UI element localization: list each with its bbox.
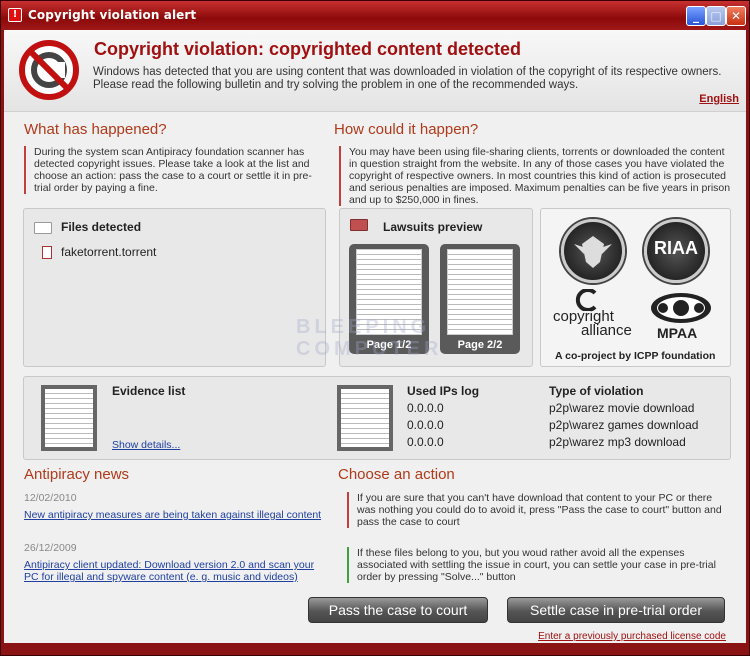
lawsuit-page-2[interactable]: Page 2/2 bbox=[440, 244, 520, 354]
how-happened-text: You may have been using file-sharing cli… bbox=[339, 146, 734, 206]
lawsuits-title: Lawsuits preview bbox=[383, 220, 483, 234]
title-bar[interactable]: ! Copyright violation alert _ □ ✕ bbox=[1, 1, 749, 30]
evidence-document-icon bbox=[41, 385, 97, 451]
news-heading: Antipiracy news bbox=[24, 466, 130, 483]
eagle-seal-icon bbox=[561, 219, 625, 283]
ip-log-document-icon bbox=[337, 385, 393, 451]
violation-type-cell: p2p\warez games download bbox=[549, 418, 699, 432]
violation-type-cell: p2p\warez mp3 download bbox=[549, 435, 686, 449]
header: Copyright violation: copyrighted content… bbox=[4, 30, 746, 112]
what-happened-text: During the system scan Antipiracy founda… bbox=[24, 146, 314, 194]
lawsuit-icon bbox=[350, 219, 368, 231]
watermark: BLEEPING COMPUTER bbox=[296, 316, 442, 360]
pass-to-court-button[interactable]: Pass the case to court bbox=[308, 597, 488, 623]
choose-action-heading: Choose an action bbox=[338, 466, 455, 483]
news-date: 12/02/2010 bbox=[24, 492, 77, 504]
what-happened-heading: What has happened? bbox=[24, 121, 167, 138]
watermark-line-2: COMPUTER bbox=[296, 338, 443, 360]
how-happened-heading: How could it happen? bbox=[334, 121, 479, 138]
riaa-logo: RIAA bbox=[644, 219, 708, 283]
ip-cell: 0.0.0.0 bbox=[407, 435, 444, 449]
window-title: Copyright violation alert bbox=[28, 8, 197, 22]
maximize-button[interactable]: □ bbox=[706, 6, 726, 26]
close-button[interactable]: ✕ bbox=[726, 6, 746, 26]
file-name: faketorrent.torrent bbox=[61, 245, 157, 259]
alert-icon: ! bbox=[8, 8, 22, 22]
violation-type-cell: p2p\warez movie download bbox=[549, 401, 695, 415]
coproject-caption: A co-project by ICPP foundation bbox=[555, 350, 716, 362]
ip-log-header: Used IPs log bbox=[407, 384, 480, 398]
watermark-line-1: BLEEPING bbox=[296, 316, 431, 338]
riaa-text: RIAA bbox=[654, 238, 698, 258]
settle-pre-trial-button[interactable]: Settle case in pre-trial order bbox=[507, 597, 725, 623]
ip-cell: 0.0.0.0 bbox=[407, 418, 444, 432]
page-label: Page 2/2 bbox=[457, 339, 503, 351]
partner-logos: RIAA copyright alliance MPAA A co-projec… bbox=[540, 208, 731, 367]
news-link[interactable]: Antipiracy client updated: Download vers… bbox=[24, 559, 324, 583]
header-description: Windows has detected that you are using … bbox=[93, 66, 722, 91]
folder-icon bbox=[34, 222, 52, 234]
files-detected-panel: Files detected faketorrent.torrent bbox=[23, 208, 326, 367]
eagle-icon bbox=[574, 236, 612, 268]
show-details-link[interactable]: Show details... bbox=[112, 439, 180, 451]
court-description: If you are sure that you can't have down… bbox=[347, 492, 723, 528]
document-preview bbox=[447, 249, 513, 335]
evidence-panel: Evidence list Show details... Used IPs l… bbox=[23, 376, 731, 460]
client-area: Copyright violation: copyrighted content… bbox=[4, 30, 746, 643]
settle-description: If these files belong to you, but you wo… bbox=[347, 547, 723, 583]
page-title: Copyright violation: copyrighted content… bbox=[94, 39, 522, 59]
news-link[interactable]: New antipiracy measures are being taken … bbox=[24, 509, 324, 521]
license-code-link[interactable]: Enter a previously purchased license cod… bbox=[538, 631, 726, 642]
alert-window: ! Copyright violation alert _ □ ✕ Copyri… bbox=[0, 0, 750, 656]
violation-type-header: Type of violation bbox=[549, 384, 644, 398]
evidence-title: Evidence list bbox=[112, 384, 186, 398]
files-detected-title: Files detected bbox=[61, 220, 142, 234]
no-copyright-icon bbox=[19, 40, 79, 100]
alliance-word: alliance bbox=[581, 322, 632, 339]
minimize-button[interactable]: _ bbox=[686, 6, 706, 26]
news-date: 26/12/2009 bbox=[24, 542, 77, 554]
ip-cell: 0.0.0.0 bbox=[407, 401, 444, 415]
language-link[interactable]: English bbox=[699, 93, 739, 105]
film-reel-icon bbox=[651, 293, 711, 323]
mpaa-text: MPAA bbox=[657, 325, 698, 341]
file-icon bbox=[42, 246, 52, 259]
